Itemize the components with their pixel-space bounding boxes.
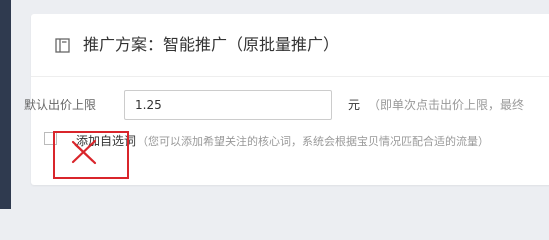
panel-header: 推广方案：智能推广（原批量推广） xyxy=(31,14,549,77)
bid-unit: 元 xyxy=(348,98,361,112)
bid-hint: （即单次点击出价上限，最终 xyxy=(368,98,525,112)
self-select-hint: （您可以添加希望关注的核心词，系统会根据宝贝情况匹配合适的流量） xyxy=(137,135,489,148)
default-bid-input[interactable] xyxy=(124,90,332,120)
left-sidebar-edge xyxy=(0,0,11,209)
red-x-mark-icon xyxy=(71,139,97,165)
default-bid-label: 默认出价上限 xyxy=(24,98,97,112)
page-title: 推广方案：智能推广（原批量推广） xyxy=(83,35,340,54)
document-icon xyxy=(55,38,70,53)
